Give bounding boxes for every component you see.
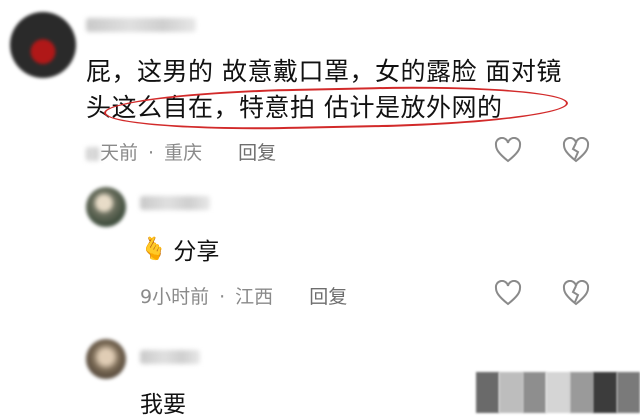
reply-button[interactable]: 回复 xyxy=(309,286,347,308)
avatar[interactable] xyxy=(86,187,126,227)
dislike-broken-heart-icon[interactable] xyxy=(562,280,590,306)
time-blurred xyxy=(86,146,100,161)
avatar[interactable] xyxy=(10,12,76,78)
reply-location: 江西 xyxy=(235,286,274,308)
username-blurred[interactable] xyxy=(86,18,196,32)
reply-button[interactable]: 回复 xyxy=(238,142,276,164)
comment-time: 天前 xyxy=(100,142,139,164)
separator-dot: · xyxy=(148,142,155,164)
dislike-broken-heart-icon[interactable] xyxy=(562,137,590,163)
separator-dot: · xyxy=(219,286,226,308)
reply-time: 9小时前 xyxy=(140,286,210,308)
reply-text: 我要 xyxy=(140,392,186,418)
reply-meta: 9小时前 · 江西 回复 xyxy=(140,282,347,309)
comment-line-1: 屁，这男的 故意戴口罩，女的露脸 面对镜 xyxy=(86,57,562,86)
reply-text: 分享 xyxy=(173,239,220,265)
watermark-mosaic xyxy=(476,372,640,413)
avatar[interactable] xyxy=(86,339,126,379)
comment-meta: 天前 · 重庆 回复 xyxy=(86,138,276,165)
comment-location: 重庆 xyxy=(164,142,203,164)
finger-heart-emoji: 🫰 xyxy=(140,236,168,262)
username-blurred[interactable] xyxy=(140,350,200,364)
reply-content: 🫰 分享 xyxy=(140,232,219,266)
username-blurred[interactable] xyxy=(140,196,210,210)
like-heart-icon[interactable] xyxy=(494,137,522,163)
like-heart-icon[interactable] xyxy=(494,280,522,306)
